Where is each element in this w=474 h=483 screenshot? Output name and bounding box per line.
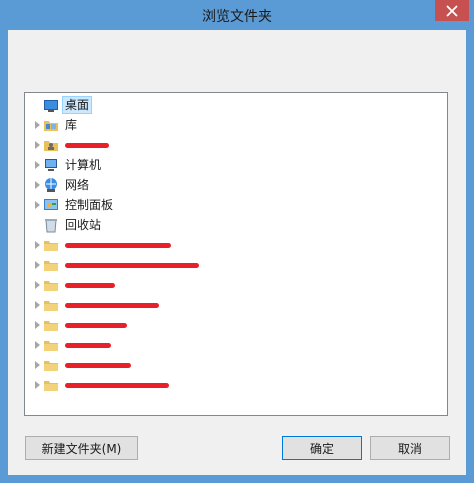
user-folder-icon [44,141,58,151]
expand-arrow-icon[interactable] [35,301,40,309]
redaction-mark [65,143,109,148]
redaction-mark [65,243,171,248]
expand-arrow-icon[interactable] [35,341,40,349]
tree-item-folder[interactable] [25,335,447,355]
tree-item-folder[interactable] [25,235,447,255]
tree-item-network[interactable]: 网络 [25,175,447,195]
tree-item-folder[interactable] [25,295,447,315]
folder-icon [44,301,58,311]
new-folder-button[interactable]: 新建文件夹(M) [25,436,138,460]
recycle-bin-icon [45,219,57,233]
desktop-icon [44,100,58,112]
tree-item-folder[interactable] [25,315,447,335]
tree-item-folder[interactable] [25,355,447,375]
tree-item-user[interactable] [25,135,447,155]
expand-arrow-icon[interactable] [35,361,40,369]
tree-item-library[interactable]: 库 [25,115,447,135]
tree-item-folder[interactable] [25,255,447,275]
redaction-mark [65,383,169,388]
network-icon [45,178,57,192]
expand-arrow-icon[interactable] [35,161,40,169]
folder-icon [44,381,58,391]
expand-arrow-icon[interactable] [35,261,40,269]
expand-arrow-icon[interactable] [35,281,40,289]
title-bar[interactable]: 浏览文件夹 [0,0,474,30]
tree-item-control-panel[interactable]: 控制面板 [25,195,447,215]
folder-icon [44,341,58,351]
folder-tree[interactable]: 桌面 库 计算机 网络 控制面板 回收站 [24,92,448,416]
expand-arrow-icon[interactable] [35,241,40,249]
folder-icon [44,261,58,271]
tree-item-folder[interactable] [25,275,447,295]
redaction-mark [65,343,111,348]
close-icon [446,4,458,17]
expand-arrow-icon[interactable] [35,381,40,389]
expand-arrow-icon[interactable] [35,321,40,329]
ok-button[interactable]: 确定 [282,436,362,460]
tree-item-label: 回收站 [65,218,102,232]
dialog-body: 桌面 库 计算机 网络 控制面板 回收站 新建文件夹(M) 确定 取消 [8,30,466,475]
redaction-mark [65,303,159,308]
folder-icon [44,281,58,291]
folder-icon [44,241,58,251]
tree-item-label: 网络 [65,178,90,192]
redaction-mark [65,323,127,328]
redaction-mark [65,263,199,268]
browse-folder-dialog: 浏览文件夹 桌面 库 计算机 网络 控制面板 回收站 新建文件夹(M) 确定 取… [0,0,474,483]
cancel-button[interactable]: 取消 [370,436,450,460]
tree-item-label: 桌面 [61,96,93,114]
expand-arrow-icon[interactable] [35,181,40,189]
window-title: 浏览文件夹 [202,9,272,25]
expand-arrow-icon[interactable] [35,201,40,209]
tree-item-computer[interactable]: 计算机 [25,155,447,175]
computer-icon [45,159,57,171]
folder-icon [44,321,58,331]
tree-item-label: 计算机 [65,158,102,172]
library-icon [44,121,58,131]
redaction-mark [65,363,131,368]
tree-item-label: 库 [65,118,78,132]
expand-arrow-icon[interactable] [35,121,40,129]
control-panel-icon [44,199,58,210]
tree-item-desktop[interactable]: 桌面 [25,95,447,115]
tree-item-folder[interactable] [25,375,447,395]
tree-item-recycle-bin[interactable]: 回收站 [25,215,447,235]
folder-icon [44,361,58,371]
redaction-mark [65,283,115,288]
close-button[interactable] [435,0,469,21]
expand-arrow-icon[interactable] [35,141,40,149]
tree-item-label: 控制面板 [65,198,114,212]
